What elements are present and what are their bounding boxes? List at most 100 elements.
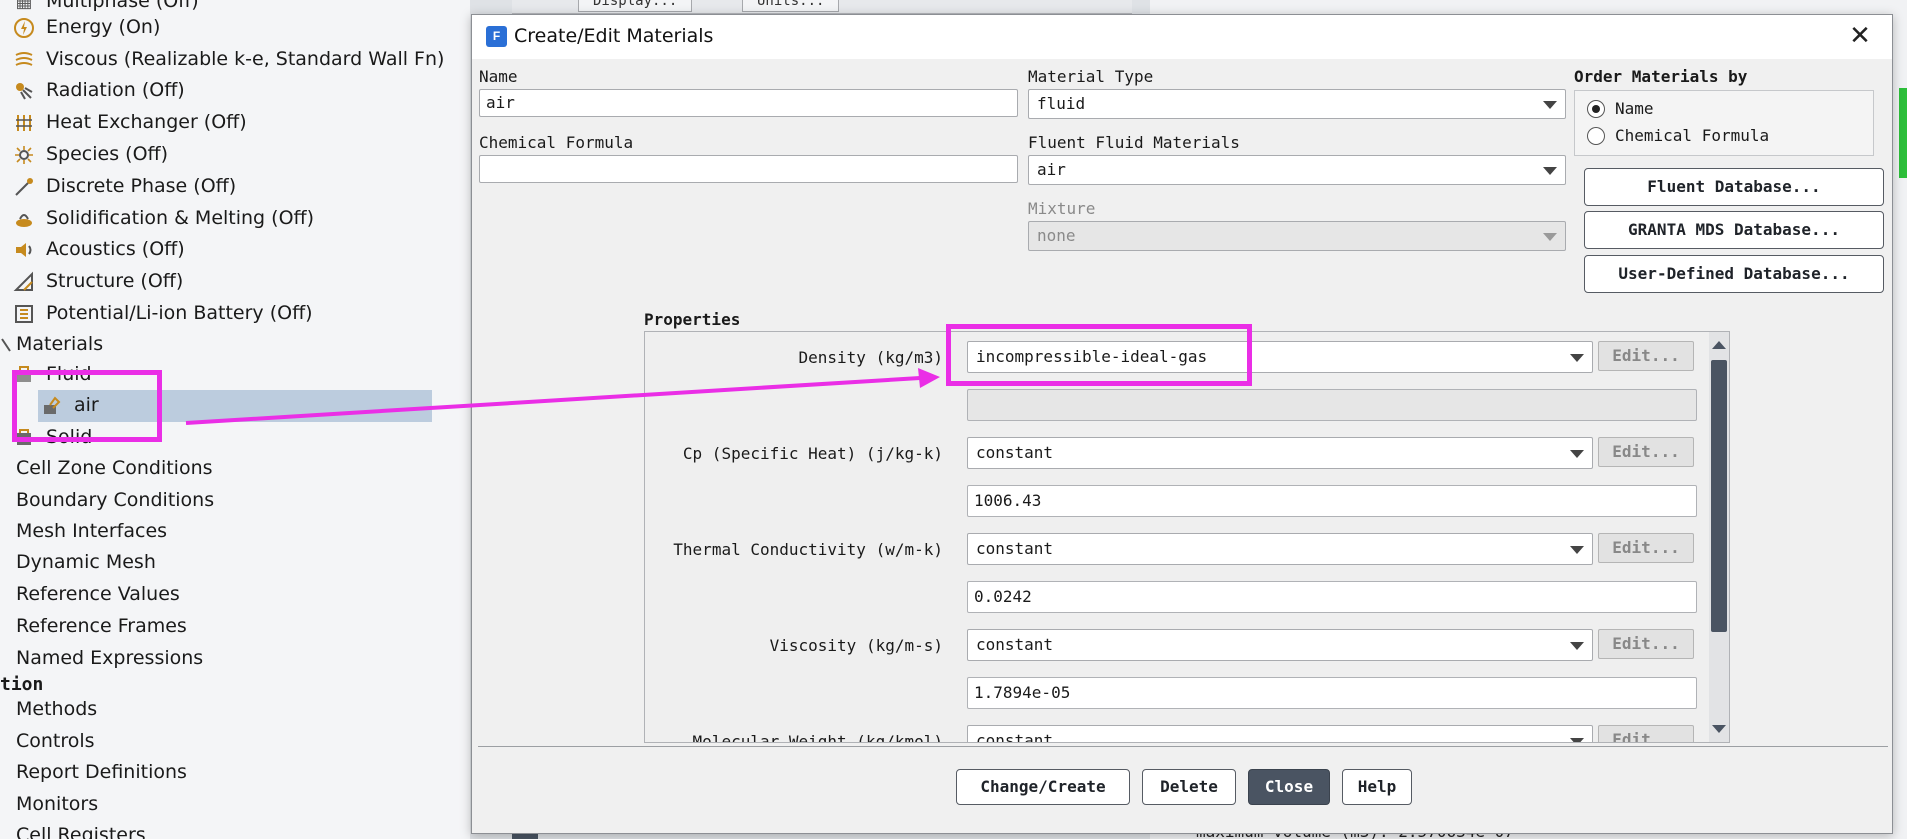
tree-item-structure[interactable]: Structure (Off) <box>12 266 183 297</box>
dialog-titlebar[interactable]: F Create/Edit Materials ✕ <box>472 15 1892 59</box>
annotation-box-air <box>12 370 162 442</box>
fluent-fluid-materials-dropdown[interactable]: air <box>1028 155 1566 185</box>
mixture-dropdown: none <box>1028 221 1566 251</box>
dropdown-arrow-icon <box>1570 738 1584 742</box>
cp-value-field[interactable]: 1006.43 <box>967 485 1697 517</box>
molecular-weight-edit-button[interactable]: Edit... <box>1598 725 1694 742</box>
viscosity-value-field[interactable]: 1.7894e-05 <box>967 677 1697 709</box>
order-by-formula-radio[interactable] <box>1587 127 1605 145</box>
scroll-up-icon[interactable] <box>1712 341 1726 349</box>
cp-edit-button[interactable]: Edit... <box>1598 437 1694 467</box>
discrete-phase-icon <box>12 175 36 199</box>
status-indicator <box>1899 88 1907 178</box>
display-tab[interactable]: Display... <box>578 0 693 12</box>
structure-icon <box>12 270 36 294</box>
tree-item-discrete-phase[interactable]: Discrete Phase (Off) <box>12 171 236 202</box>
properties-panel: Density (kg/m3) incompressible-ideal-gas… <box>644 331 1730 743</box>
granta-mds-database-button[interactable]: GRANTA MDS Database... <box>1584 211 1884 249</box>
tree-item-heat-exchanger[interactable]: Heat Exchanger (Off) <box>12 107 247 138</box>
name-field[interactable]: air <box>479 89 1018 117</box>
tree-item-controls[interactable]: Controls <box>16 726 95 757</box>
radiation-icon <box>12 79 36 103</box>
dialog-title: Create/Edit Materials <box>514 25 714 47</box>
thermal-conductivity-method-dropdown[interactable]: constant <box>967 533 1593 565</box>
viscosity-edit-button[interactable]: Edit... <box>1598 629 1694 659</box>
dropdown-arrow-icon <box>1570 546 1584 554</box>
order-materials-by-label: Order Materials by <box>1574 67 1748 86</box>
change-create-button[interactable]: Change/Create <box>956 769 1130 805</box>
scrollbar-thumb[interactable] <box>1711 360 1727 632</box>
tree-item-cell-registers[interactable]: Cell Registers <box>16 820 146 839</box>
density-label: Density (kg/m3) <box>798 348 944 367</box>
cp-label: Cp (Specific Heat) (j/kg-k) <box>682 444 943 463</box>
materials-icon <box>0 333 12 357</box>
tree-item-methods[interactable]: Methods <box>16 694 97 725</box>
tree-item-acoustics[interactable]: Acoustics (Off) <box>12 234 185 265</box>
fluent-app-icon: F <box>486 26 507 47</box>
user-defined-database-button[interactable]: User-Defined Database... <box>1584 255 1884 293</box>
tree-item-species[interactable]: Species (Off) <box>12 139 168 170</box>
footer-divider <box>478 746 1888 747</box>
material-type-label: Material Type <box>1028 67 1154 86</box>
order-by-radio-group: Name Chemical Formula <box>1574 90 1874 156</box>
tree-item-named-expressions[interactable]: Named Expressions <box>16 643 203 674</box>
tree-item-monitors[interactable]: Monitors <box>16 789 98 820</box>
tree-item-energy[interactable]: Energy (On) <box>12 12 160 43</box>
mixture-label: Mixture <box>1028 199 1096 218</box>
scroll-down-icon[interactable] <box>1712 725 1726 733</box>
delete-button[interactable]: Delete <box>1142 769 1236 805</box>
density-edit-button[interactable]: Edit... <box>1598 341 1694 371</box>
thermal-conductivity-value-field[interactable]: 0.0242 <box>967 581 1697 613</box>
tree-item-cell-zone-conditions[interactable]: Cell Zone Conditions <box>16 453 213 484</box>
cp-method-dropdown[interactable]: constant <box>967 437 1593 469</box>
viscosity-method-dropdown[interactable]: constant <box>967 629 1593 661</box>
order-by-name-radio[interactable] <box>1587 100 1605 118</box>
tree-item-boundary-conditions[interactable]: Boundary Conditions <box>16 485 214 516</box>
solidification-icon <box>12 207 36 231</box>
thermal-conductivity-edit-button[interactable]: Edit... <box>1598 533 1694 563</box>
molecular-weight-method-dropdown[interactable]: constant <box>967 725 1593 742</box>
dropdown-arrow-icon <box>1543 233 1557 241</box>
viscous-icon <box>12 48 36 72</box>
thermal-conductivity-label: Thermal Conductivity (w/m-k) <box>673 540 943 559</box>
dropdown-arrow-icon <box>1570 354 1584 362</box>
name-label: Name <box>479 67 518 86</box>
create-edit-materials-dialog: F Create/Edit Materials ✕ Name air Chemi… <box>471 14 1893 834</box>
chemical-formula-label: Chemical Formula <box>479 133 634 152</box>
order-by-name-label: Name <box>1615 99 1654 118</box>
order-by-formula-label: Chemical Formula <box>1615 126 1770 145</box>
help-button[interactable]: Help <box>1342 769 1412 805</box>
annotation-box-density <box>946 324 1252 386</box>
close-icon[interactable]: ✕ <box>1846 21 1874 51</box>
units-tab[interactable]: Units... <box>742 0 840 12</box>
battery-icon <box>12 302 36 326</box>
material-type-dropdown[interactable]: fluid <box>1028 89 1566 119</box>
properties-scrollbar[interactable] <box>1709 332 1729 742</box>
tree-item-battery[interactable]: Potential/Li-ion Battery (Off) <box>12 298 313 329</box>
dropdown-arrow-icon <box>1543 167 1557 175</box>
tree-item-report-definitions[interactable]: Report Definitions <box>16 757 187 788</box>
molecular-weight-label: Molecular Weight (kg/kmol) <box>692 732 943 743</box>
heat-exchanger-icon <box>12 111 36 135</box>
tree-item-materials[interactable]: Materials <box>0 329 103 360</box>
dropdown-arrow-icon <box>1570 450 1584 458</box>
density-value-field <box>967 389 1697 421</box>
close-button[interactable]: Close <box>1248 769 1330 805</box>
dropdown-arrow-icon <box>1570 642 1584 650</box>
dropdown-arrow-icon <box>1543 101 1557 109</box>
tree-item-radiation[interactable]: Radiation (Off) <box>12 75 185 106</box>
fluent-fluid-materials-label: Fluent Fluid Materials <box>1028 133 1240 152</box>
chemical-formula-field[interactable] <box>479 155 1018 183</box>
properties-label: Properties <box>644 310 741 329</box>
tree-item-solidification[interactable]: Solidification & Melting (Off) <box>12 203 314 234</box>
tree-item-viscous[interactable]: Viscous (Realizable k-e, Standard Wall F… <box>12 44 444 75</box>
tree-item-reference-frames[interactable]: Reference Frames <box>16 611 187 642</box>
species-icon <box>12 143 36 167</box>
tree-item-reference-values[interactable]: Reference Values <box>16 579 180 610</box>
fluent-database-button[interactable]: Fluent Database... <box>1584 168 1884 206</box>
tree-item-mesh-interfaces[interactable]: Mesh Interfaces <box>16 516 167 547</box>
acoustics-icon <box>12 238 36 262</box>
background-tab-bar: Display... Units... <box>512 0 1132 14</box>
energy-icon <box>12 16 36 40</box>
tree-item-dynamic-mesh[interactable]: Dynamic Mesh <box>16 547 156 578</box>
